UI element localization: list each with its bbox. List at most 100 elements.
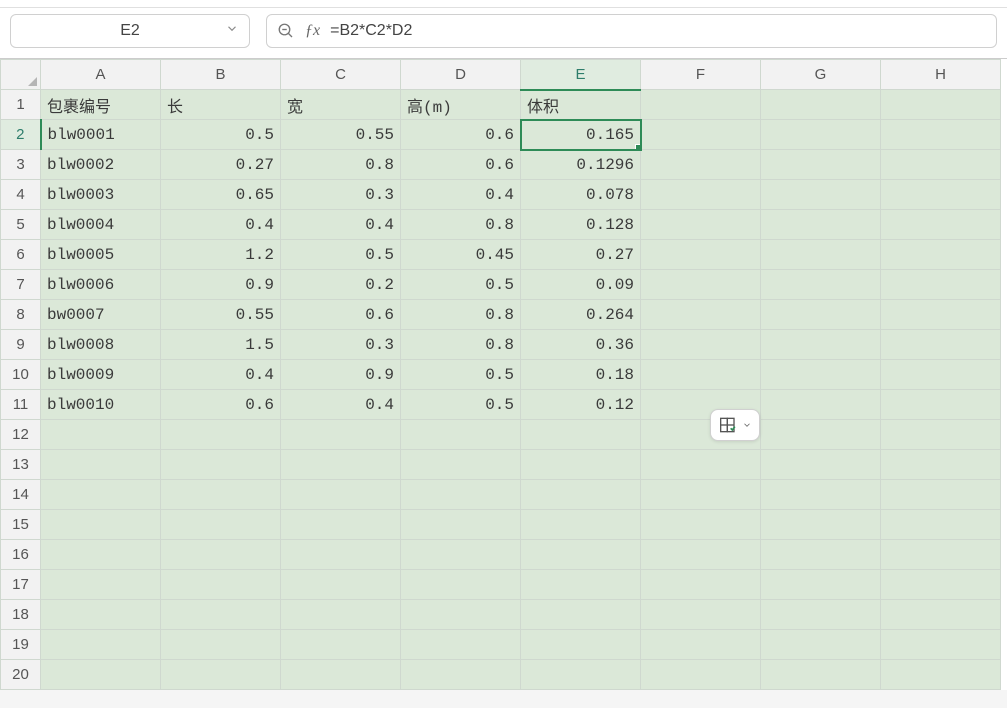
cell-C15[interactable] [281,510,401,540]
cell-F15[interactable] [641,510,761,540]
cell-D3[interactable]: 0.6 [401,150,521,180]
cell-H14[interactable] [881,480,1001,510]
cell-F10[interactable] [641,360,761,390]
cell-F3[interactable] [641,150,761,180]
cell-B3[interactable]: 0.27 [161,150,281,180]
cell-A10[interactable]: blw0009 [41,360,161,390]
cell-E6[interactable]: 0.27 [521,240,641,270]
row-header-3[interactable]: 3 [1,150,41,180]
row-header-11[interactable]: 11 [1,390,41,420]
cell-E15[interactable] [521,510,641,540]
cell-B12[interactable] [161,420,281,450]
cell-H10[interactable] [881,360,1001,390]
cell-B5[interactable]: 0.4 [161,210,281,240]
cell-G10[interactable] [761,360,881,390]
row-header-15[interactable]: 15 [1,510,41,540]
cell-C20[interactable] [281,660,401,690]
cell-D18[interactable] [401,600,521,630]
cell-C3[interactable]: 0.8 [281,150,401,180]
cell-C1[interactable]: 宽 [281,90,401,120]
cell-G17[interactable] [761,570,881,600]
row-header-9[interactable]: 9 [1,330,41,360]
cell-A1[interactable]: 包裹编号 [41,90,161,120]
cell-F18[interactable] [641,600,761,630]
cell-H18[interactable] [881,600,1001,630]
cell-B15[interactable] [161,510,281,540]
cell-E5[interactable]: 0.128 [521,210,641,240]
row-header-5[interactable]: 5 [1,210,41,240]
cell-H16[interactable] [881,540,1001,570]
row-header-14[interactable]: 14 [1,480,41,510]
row-header-20[interactable]: 20 [1,660,41,690]
cell-E14[interactable] [521,480,641,510]
cell-A7[interactable]: blw0006 [41,270,161,300]
column-header-A[interactable]: A [41,60,161,90]
cell-A6[interactable]: blw0005 [41,240,161,270]
cell-E17[interactable] [521,570,641,600]
cell-D15[interactable] [401,510,521,540]
cell-H1[interactable] [881,90,1001,120]
cell-C9[interactable]: 0.3 [281,330,401,360]
cell-H19[interactable] [881,630,1001,660]
cell-E18[interactable] [521,600,641,630]
row-header-19[interactable]: 19 [1,630,41,660]
cell-B19[interactable] [161,630,281,660]
cell-A12[interactable] [41,420,161,450]
cell-F13[interactable] [641,450,761,480]
cell-H12[interactable] [881,420,1001,450]
cell-D4[interactable]: 0.4 [401,180,521,210]
cell-D7[interactable]: 0.5 [401,270,521,300]
cell-G6[interactable] [761,240,881,270]
row-header-18[interactable]: 18 [1,600,41,630]
cell-H17[interactable] [881,570,1001,600]
cell-D17[interactable] [401,570,521,600]
cell-G18[interactable] [761,600,881,630]
spreadsheet-grid[interactable]: ABCDEFGH1包裹编号长宽高(m)体积2blw00010.50.550.60… [0,58,1007,690]
cell-C4[interactable]: 0.3 [281,180,401,210]
column-header-B[interactable]: B [161,60,281,90]
cell-D5[interactable]: 0.8 [401,210,521,240]
cell-B7[interactable]: 0.9 [161,270,281,300]
cell-E9[interactable]: 0.36 [521,330,641,360]
cell-A5[interactable]: blw0004 [41,210,161,240]
cell-A19[interactable] [41,630,161,660]
formula-input[interactable]: ƒx =B2*C2*D2 [266,14,997,48]
cell-C13[interactable] [281,450,401,480]
cell-A20[interactable] [41,660,161,690]
cell-A8[interactable]: bw0007 [41,300,161,330]
cell-F4[interactable] [641,180,761,210]
row-header-16[interactable]: 16 [1,540,41,570]
cell-G12[interactable] [761,420,881,450]
cell-H20[interactable] [881,660,1001,690]
cell-E7[interactable]: 0.09 [521,270,641,300]
cell-C8[interactable]: 0.6 [281,300,401,330]
cell-E20[interactable] [521,660,641,690]
cell-G16[interactable] [761,540,881,570]
cell-G11[interactable] [761,390,881,420]
cell-C5[interactable]: 0.4 [281,210,401,240]
cell-H5[interactable] [881,210,1001,240]
cell-E16[interactable] [521,540,641,570]
cell-A2[interactable]: blw0001 [41,120,161,150]
cell-H8[interactable] [881,300,1001,330]
cell-E1[interactable]: 体积 [521,90,641,120]
cell-B18[interactable] [161,600,281,630]
cell-H3[interactable] [881,150,1001,180]
cell-F20[interactable] [641,660,761,690]
cell-E10[interactable]: 0.18 [521,360,641,390]
column-header-G[interactable]: G [761,60,881,90]
cell-F16[interactable] [641,540,761,570]
cell-B10[interactable]: 0.4 [161,360,281,390]
cell-B1[interactable]: 长 [161,90,281,120]
cell-E2[interactable]: 0.165 [521,120,641,150]
cell-F19[interactable] [641,630,761,660]
cell-C2[interactable]: 0.55 [281,120,401,150]
cell-A15[interactable] [41,510,161,540]
row-header-13[interactable]: 13 [1,450,41,480]
row-header-7[interactable]: 7 [1,270,41,300]
cell-D16[interactable] [401,540,521,570]
cell-G2[interactable] [761,120,881,150]
cell-F1[interactable] [641,90,761,120]
cell-B6[interactable]: 1.2 [161,240,281,270]
cell-C10[interactable]: 0.9 [281,360,401,390]
